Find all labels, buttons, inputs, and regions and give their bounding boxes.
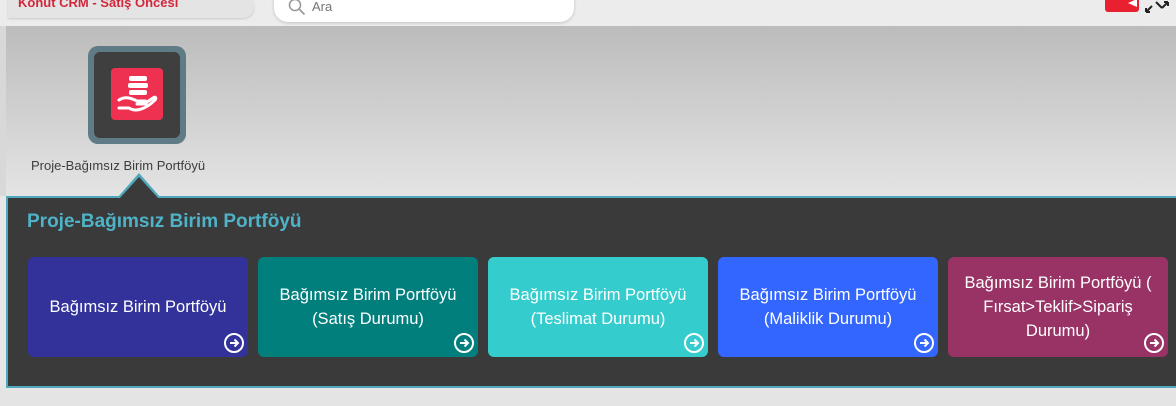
search-box[interactable]: [274, 0, 574, 22]
card-label: Bağımsız Birim Portföyü (Teslimat Durumu…: [509, 286, 687, 328]
top-bar: Konut CRM - Satış Öncesi: [0, 0, 1176, 26]
search-input[interactable]: [312, 0, 562, 14]
arrow-right-icon[interactable]: [1144, 333, 1164, 353]
arrow-right-icon[interactable]: [224, 333, 244, 353]
fullscreen-icon[interactable]: [1144, 1, 1170, 13]
app-tile-label: Proje-Bağımsız Birim Portföyü: [31, 158, 206, 173]
panel-title: Proje-Bağımsız Birim Portföyü: [27, 211, 302, 232]
breadcrumb[interactable]: Konut CRM - Satış Öncesi: [8, 0, 254, 18]
card-firsat-teklif-siparis[interactable]: Bağımsız Birim Portföyü ( Fırsat>Teklif>…: [948, 257, 1168, 357]
video-record-icon[interactable]: [1105, 0, 1139, 12]
card-label: Bağımsız Birim Portföyü (Maliklik Durumu…: [739, 286, 917, 328]
card-satis-durumu[interactable]: Bağımsız Birim Portföyü (Satış Durumu): [258, 257, 478, 357]
app-tile-proje-portfoy[interactable]: [88, 46, 186, 144]
card-label: Bağımsız Birim Portföyü: [49, 298, 227, 316]
app-tile-frame: [94, 52, 180, 138]
card-label: Bağımsız Birim Portföyü ( Fırsat>Teklif>…: [964, 274, 1152, 340]
card-teslimat-durumu[interactable]: Bağımsız Birim Portföyü (Teslimat Durumu…: [488, 257, 708, 357]
card-maliklik-durumu[interactable]: Bağımsız Birim Portföyü (Maliklik Durumu…: [718, 257, 938, 357]
hand-coins-icon: [111, 68, 163, 120]
card-label: Bağımsız Birim Portföyü (Satış Durumu): [279, 286, 457, 328]
footer-strip: [0, 388, 1176, 406]
arrow-right-icon[interactable]: [684, 333, 704, 353]
panel-pointer-fill: [119, 177, 159, 199]
search-icon: [288, 0, 306, 16]
breadcrumb-title: Konut CRM - Satış Öncesi: [18, 0, 179, 10]
arrow-right-icon[interactable]: [914, 333, 934, 353]
arrow-right-icon[interactable]: [454, 333, 474, 353]
card-birim-portfoy[interactable]: Bağımsız Birim Portföyü: [28, 257, 248, 357]
